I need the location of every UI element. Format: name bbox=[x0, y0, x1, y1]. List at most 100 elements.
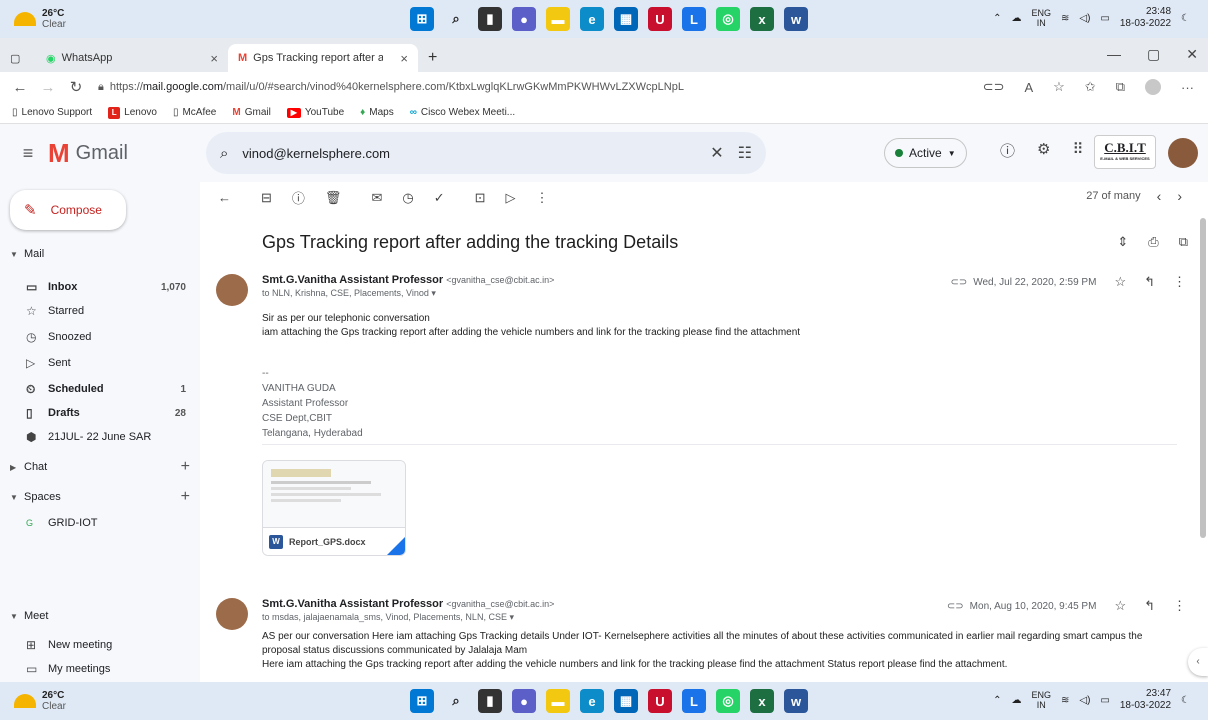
whatsapp-icon[interactable]: ◎ bbox=[716, 689, 740, 713]
chat-icon[interactable]: ● bbox=[512, 7, 536, 31]
search-input[interactable]: vinod@kernelsphere.com bbox=[242, 146, 696, 161]
section-chat[interactable]: ▶ Chat + bbox=[10, 458, 190, 476]
tab-actions-icon[interactable]: ▢ bbox=[0, 44, 36, 72]
read-aloud-icon[interactable]: A bbox=[1024, 80, 1033, 95]
sidebar-item-sent[interactable]: ▷ Sent bbox=[26, 352, 186, 374]
chevron-up-icon[interactable]: ⌃ bbox=[993, 13, 1001, 24]
gmail-logo[interactable]: M Gmail bbox=[48, 138, 198, 169]
file-explorer-icon[interactable]: ▬ bbox=[546, 689, 570, 713]
section-spaces[interactable]: ▼ Spaces + bbox=[10, 488, 190, 506]
favorites-icon[interactable]: ✩ bbox=[1085, 79, 1096, 95]
add-space-icon[interactable]: + bbox=[181, 488, 190, 506]
search-bar[interactable]: ⌕ vinod@kernelsphere.com ✕ ☷ bbox=[206, 132, 766, 174]
organization-logo[interactable]: C.B.I.T E-MAIL & WEB SERVICES bbox=[1094, 135, 1156, 169]
clock[interactable]: 23:48 18-03-2022 bbox=[1120, 6, 1171, 30]
move-to-icon[interactable]: ⊡ bbox=[475, 190, 486, 206]
reply-icon[interactable]: ↰ bbox=[1144, 598, 1155, 614]
mcafee-icon[interactable]: U bbox=[648, 7, 672, 31]
sidebar-item-inbox[interactable]: ▭ Inbox 1,070 bbox=[26, 276, 186, 298]
star-icon[interactable]: ☆ bbox=[1114, 274, 1126, 290]
chevron-up-icon[interactable]: ⌃ bbox=[993, 695, 1001, 706]
language-indicator[interactable]: ENG IN bbox=[1031, 8, 1051, 28]
task-view-icon[interactable]: ▮ bbox=[478, 7, 502, 31]
mcafee-icon[interactable]: U bbox=[648, 689, 672, 713]
new-tab-icon[interactable]: + bbox=[418, 44, 447, 72]
weather-widget[interactable]: 26°C Clear bbox=[14, 690, 134, 712]
store-icon[interactable]: ▦ bbox=[614, 689, 638, 713]
side-panel-toggle-icon[interactable]: ‹ bbox=[1188, 648, 1208, 676]
sender-name[interactable]: Smt.G.Vanitha Assistant Professor <gvani… bbox=[262, 274, 554, 286]
recipients[interactable]: to msdas, jalajaenamala_sms, Vinod, Plac… bbox=[262, 612, 514, 623]
sender-name[interactable]: Smt.G.Vanitha Assistant Professor <gvani… bbox=[262, 598, 554, 610]
sidebar-item-snoozed[interactable]: ◷ Snoozed bbox=[26, 326, 186, 348]
print-icon[interactable]: ⎙ bbox=[1148, 234, 1158, 250]
add-chat-icon[interactable]: + bbox=[181, 458, 190, 476]
start-icon[interactable]: ⊞ bbox=[410, 7, 434, 31]
sidebar-item-scheduled[interactable]: ⏲ Scheduled 1 bbox=[26, 378, 186, 400]
moon-icon[interactable]: ☾ bbox=[1181, 13, 1190, 24]
search-icon[interactable]: ⌕ bbox=[444, 7, 468, 31]
delete-icon[interactable]: 🗑︎ bbox=[325, 190, 342, 206]
bookmark-gmail[interactable]: M Gmail bbox=[232, 107, 270, 118]
edge-icon[interactable]: e bbox=[580, 689, 604, 713]
more-vert-icon[interactable]: ⋮ bbox=[536, 190, 549, 206]
open-new-window-icon[interactable]: ⧉ bbox=[1179, 234, 1188, 250]
lenovo-icon[interactable]: L bbox=[682, 689, 706, 713]
url-field[interactable]: 🔒︎ https://mail.google.com/mail/u/0/#sea… bbox=[98, 75, 918, 99]
prev-icon[interactable]: ‹ bbox=[1157, 188, 1162, 204]
close-window-icon[interactable]: ✕ bbox=[1186, 46, 1198, 63]
app-available-icon[interactable]: ⊂⊃ bbox=[983, 79, 1005, 95]
expand-all-icon[interactable]: ⇕ bbox=[1117, 234, 1128, 250]
chat-icon[interactable]: ● bbox=[512, 689, 536, 713]
sidebar-item-drafts[interactable]: ▯ Drafts 28 bbox=[26, 402, 186, 424]
profile-icon[interactable] bbox=[1145, 79, 1161, 95]
archive-icon[interactable]: ⊟ bbox=[261, 190, 272, 206]
weather-widget[interactable]: 26°C Clear bbox=[14, 8, 134, 30]
word-icon[interactable]: w bbox=[784, 7, 808, 31]
scrollbar[interactable] bbox=[1200, 218, 1206, 538]
sidebar-item-my-meetings[interactable]: ▭ My meetings bbox=[26, 658, 186, 680]
sidebar-item-new-meeting[interactable]: ⊞ New meeting bbox=[26, 634, 186, 656]
section-meet[interactable]: ▼ Meet bbox=[10, 610, 190, 622]
task-view-icon[interactable]: ▮ bbox=[478, 689, 502, 713]
forward-icon[interactable]: → bbox=[34, 79, 62, 96]
tab-gmail[interactable]: M Gps Tracking report after adding × bbox=[228, 44, 418, 72]
search-options-icon[interactable]: ☷ bbox=[738, 143, 752, 163]
volume-icon[interactable]: ◁) bbox=[1079, 13, 1090, 24]
battery-icon[interactable]: ▭ bbox=[1100, 695, 1109, 706]
file-explorer-icon[interactable]: ▬ bbox=[546, 7, 570, 31]
wifi-icon[interactable]: ≋ bbox=[1061, 13, 1069, 24]
back-arrow-icon[interactable]: ← bbox=[218, 190, 231, 205]
store-icon[interactable]: ▦ bbox=[614, 7, 638, 31]
recipients[interactable]: to NLN, Krishna, CSE, Placements, Vinod … bbox=[262, 288, 436, 299]
collections-icon[interactable]: ⧉ bbox=[1116, 79, 1125, 95]
add-task-icon[interactable]: ✓ bbox=[434, 190, 445, 206]
sidebar-item-starred[interactable]: ☆ Starred bbox=[26, 300, 186, 322]
bookmark-webex[interactable]: ∞ Cisco Webex Meeti... bbox=[410, 107, 515, 118]
close-tab-icon[interactable]: × bbox=[400, 51, 408, 66]
bookmark-mcafee[interactable]: ▯ McAfee bbox=[173, 107, 216, 118]
label-as-icon[interactable]: ▷ bbox=[506, 190, 516, 206]
bookmark-youtube[interactable]: ▶ YouTube bbox=[286, 107, 344, 118]
bookmark-lenovo[interactable]: L Lenovo bbox=[108, 106, 157, 119]
sender-avatar[interactable] bbox=[216, 598, 248, 630]
settings-gear-icon[interactable]: ⚙ bbox=[1037, 140, 1050, 161]
edge-icon[interactable]: e bbox=[580, 7, 604, 31]
snooze-icon[interactable]: ◷ bbox=[402, 190, 413, 206]
excel-icon[interactable]: x bbox=[750, 689, 774, 713]
more-options-icon[interactable]: ··· bbox=[1181, 80, 1194, 95]
compose-button[interactable]: ✎ Compose bbox=[10, 190, 126, 230]
bookmark-lenovo-support[interactable]: ▯ Lenovo Support bbox=[12, 107, 92, 118]
close-tab-icon[interactable]: × bbox=[210, 51, 218, 66]
lenovo-icon[interactable]: L bbox=[682, 7, 706, 31]
mark-unread-icon[interactable]: ✉ bbox=[371, 190, 382, 206]
cloud-icon[interactable]: ☁ bbox=[1011, 695, 1021, 706]
report-spam-icon[interactable]: ⓘ bbox=[292, 188, 305, 207]
sidebar-item-space[interactable]: G GRID-IOT bbox=[26, 512, 186, 534]
back-icon[interactable]: ← bbox=[6, 79, 34, 96]
battery-icon[interactable]: ▭ bbox=[1100, 13, 1109, 24]
next-icon[interactable]: › bbox=[1177, 188, 1182, 204]
minimize-icon[interactable]: — bbox=[1107, 46, 1121, 63]
restore-icon[interactable]: ▢ bbox=[1147, 46, 1160, 63]
volume-icon[interactable]: ◁) bbox=[1079, 695, 1090, 706]
